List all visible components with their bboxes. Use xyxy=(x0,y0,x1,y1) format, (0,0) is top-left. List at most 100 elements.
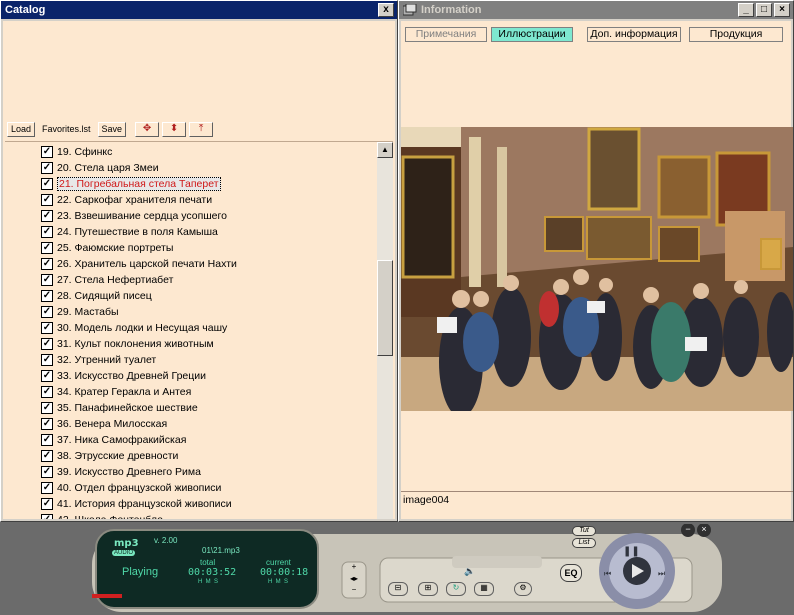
item-checkbox[interactable]: ✓ xyxy=(41,242,53,254)
item-checkbox[interactable]: ✓ xyxy=(41,162,53,174)
list-item[interactable]: ✓ 28. Сидящий писец xyxy=(41,288,381,304)
current-hms: H M S xyxy=(268,579,289,585)
svg-text:⏭: ⏭ xyxy=(658,569,665,578)
item-checkbox[interactable]: ✓ xyxy=(41,338,53,350)
item-checkbox[interactable]: ✓ xyxy=(41,146,53,158)
info-tabs: Примечания Иллюстрации Доп. информация П… xyxy=(405,27,787,43)
item-checkbox[interactable]: ✓ xyxy=(41,274,53,286)
catalog-scrollbar[interactable]: ▲ xyxy=(377,142,393,519)
item-checkbox[interactable]: ✓ xyxy=(41,466,53,478)
volume-up-button[interactable]: + xyxy=(346,562,362,572)
illustration-image xyxy=(401,127,793,411)
save-button[interactable]: Save xyxy=(97,121,127,137)
item-label: 24. Путешествие в поля Камыша xyxy=(57,226,218,238)
item-checkbox[interactable]: ✓ xyxy=(41,178,53,190)
load-button[interactable]: Load xyxy=(7,121,36,137)
settings-icon[interactable]: ⚙ xyxy=(514,582,532,596)
list-item[interactable]: ✓ 24. Путешествие в поля Камыша xyxy=(41,224,381,240)
move-all-icon[interactable]: ✥ xyxy=(135,121,160,137)
progress-bar[interactable] xyxy=(92,594,342,598)
item-label: 19. Сфинкс xyxy=(57,146,113,158)
information-titlebar[interactable]: Information _ □ × xyxy=(399,1,793,19)
repeat-icon[interactable]: ↻ xyxy=(446,582,466,596)
open-folder-icon[interactable]: ⊞ xyxy=(418,582,438,596)
list-item[interactable]: ✓ 23. Взвешивание сердца усопшего xyxy=(41,208,381,224)
item-label: 21. Погребальная стела Таперет xyxy=(57,177,221,191)
item-checkbox[interactable]: ✓ xyxy=(41,498,53,510)
list-item[interactable]: ✓ 29. Мастабы xyxy=(41,304,381,320)
list-item[interactable]: ✓ 36. Венера Милосская xyxy=(41,416,381,432)
item-checkbox[interactable]: ✓ xyxy=(41,386,53,398)
catalog-list: ✓ 19. Сфинкс ✓ 20. Стела царя Змеи ✓ 21. Погр… xyxy=(5,141,393,519)
item-checkbox[interactable]: ✓ xyxy=(41,354,53,366)
list-item[interactable]: ✓ 34. Кратер Геракла и Антея xyxy=(41,384,381,400)
list-item[interactable]: ✓ 38. Этрусские древности xyxy=(41,448,381,464)
maximize-icon[interactable]: □ xyxy=(756,3,772,17)
minimize-icon[interactable]: _ xyxy=(738,3,754,17)
item-label: 36. Венера Милосская xyxy=(57,418,168,430)
item-checkbox[interactable]: ✓ xyxy=(41,290,53,302)
list-item[interactable]: ✓ 32. Утренний туалет xyxy=(41,352,381,368)
play-button[interactable] xyxy=(623,557,651,585)
list-item[interactable]: ✓ 22. Саркофаг хранителя печати xyxy=(41,192,381,208)
eq-button[interactable]: EQ xyxy=(560,564,582,582)
list-item[interactable]: ✓ 26. Хранитель царской печати Нахти xyxy=(41,256,381,272)
list-item[interactable]: ✓ 41. История французской живописи xyxy=(41,496,381,512)
list-item[interactable]: ✓ 33. Искусство Древней Греции xyxy=(41,368,381,384)
item-label: 26. Хранитель царской печати Нахти xyxy=(57,258,237,270)
scroll-up-icon[interactable]: ▲ xyxy=(377,142,393,158)
item-checkbox[interactable]: ✓ xyxy=(41,418,53,430)
tab-illustrations[interactable]: Иллюстрации xyxy=(491,27,573,42)
move-bound-icon[interactable]: ⤒ xyxy=(189,121,214,137)
speaker-icon[interactable]: 🔈 xyxy=(464,566,475,577)
move-up-down-icon[interactable]: ⬍ xyxy=(162,121,187,137)
list-item[interactable]: ✓ 35. Панафинейское шествие xyxy=(41,400,381,416)
list-item[interactable]: ✓ 30. Модель лодки и Несущая чашу xyxy=(41,320,381,336)
close-icon[interactable]: × xyxy=(774,3,790,17)
list-button[interactable]: List xyxy=(572,538,596,548)
list-item[interactable]: ✓ 40. Отдел французской живописи xyxy=(41,480,381,496)
item-checkbox[interactable]: ✓ xyxy=(41,482,53,494)
player-minimize-icon[interactable]: − xyxy=(682,524,694,536)
item-checkbox[interactable]: ✓ xyxy=(41,434,53,446)
player-close-icon[interactable]: × xyxy=(698,524,710,536)
list-item[interactable]: ✓ 37. Ника Самофракийская xyxy=(41,432,381,448)
list-item[interactable]: ✓ 42. Школа Фонтенбло xyxy=(41,512,381,519)
total-hms: H M S xyxy=(198,579,219,585)
play-status: Playing xyxy=(122,566,159,578)
item-checkbox[interactable]: ✓ xyxy=(41,258,53,270)
catalog-toolbar: Load Favorites.lst Save ✥ ⬍ ⤒ xyxy=(7,119,391,139)
item-checkbox[interactable]: ✓ xyxy=(41,194,53,206)
item-checkbox[interactable]: ✓ xyxy=(41,450,53,462)
tab-additional-info[interactable]: Доп. информация xyxy=(587,27,681,42)
open-file-icon[interactable]: ⊟ xyxy=(388,582,408,596)
item-checkbox[interactable]: ✓ xyxy=(41,226,53,238)
catalog-close-button[interactable]: x xyxy=(378,3,394,17)
list-item[interactable]: ✓ 27. Стела Нефертиабет xyxy=(41,272,381,288)
playlist-icon[interactable]: ▦ xyxy=(474,582,494,596)
volume-down-button[interactable]: − xyxy=(346,585,362,595)
list-item[interactable]: ✓ 39. Искусство Древнего Рима xyxy=(41,464,381,480)
list-item[interactable]: ✓ 20. Стела царя Змеи xyxy=(41,160,381,176)
catalog-titlebar[interactable]: Catalog x xyxy=(1,1,397,19)
item-label: 31. Культ поклонения животным xyxy=(57,338,214,350)
item-checkbox[interactable]: ✓ xyxy=(41,514,53,519)
svg-text:❚❚: ❚❚ xyxy=(623,546,640,557)
tab-notes[interactable]: Примечания xyxy=(405,27,487,42)
tab-products[interactable]: Продукция xyxy=(689,27,783,42)
item-label: 40. Отдел французской живописи xyxy=(57,482,222,494)
item-label: 34. Кратер Геракла и Антея xyxy=(57,386,192,398)
scroll-thumb[interactable] xyxy=(377,260,393,356)
list-item[interactable]: ✓ 19. Сфинкс xyxy=(41,144,381,160)
current-label: current xyxy=(266,558,291,567)
list-item[interactable]: ✓ 31. Культ поклонения животным xyxy=(41,336,381,352)
item-checkbox[interactable]: ✓ xyxy=(41,370,53,382)
item-checkbox[interactable]: ✓ xyxy=(41,210,53,222)
tut-button[interactable]: Tut xyxy=(572,526,596,536)
list-item[interactable]: ✓ 21. Погребальная стела Таперет xyxy=(41,176,381,192)
item-checkbox[interactable]: ✓ xyxy=(41,402,53,414)
balance-button[interactable]: ◂▸ xyxy=(346,574,362,584)
item-checkbox[interactable]: ✓ xyxy=(41,306,53,318)
item-checkbox[interactable]: ✓ xyxy=(41,322,53,334)
list-item[interactable]: ✓ 25. Фаюмские портреты xyxy=(41,240,381,256)
